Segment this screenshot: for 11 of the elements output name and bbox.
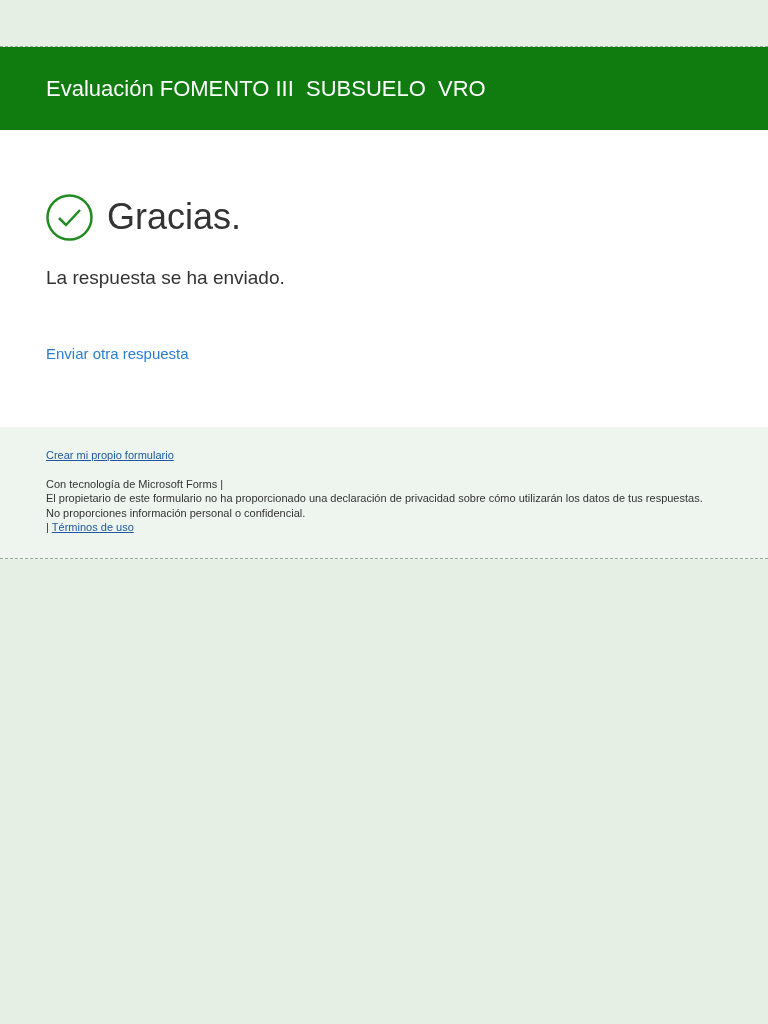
thanks-heading: Gracias.: [107, 195, 242, 239]
create-form-link[interactable]: Crear mi propio formulario: [46, 449, 174, 461]
form-title: Evaluación FOMENTO III SUBSUELO VRO: [46, 75, 486, 103]
confirmation-message: La respuesta se ha enviado.: [46, 266, 286, 290]
privacy-notice: El propietario de este formulario no ha proporcionado una declaración de privacidad sobre cómo utilizarán los datos de tus respuestas.: [46, 491, 703, 506]
submit-another-link[interactable]: Enviar otra respuesta: [46, 342, 189, 365]
separator-text: |: [46, 520, 49, 535]
check-circle-icon: [46, 193, 93, 241]
warning-text: No proporciones información personal o confidencial.: [46, 505, 306, 520]
powered-by-text: Con tecnología de Microsoft Forms |: [46, 476, 224, 491]
terms-link[interactable]: Términos de uso: [51, 520, 134, 535]
